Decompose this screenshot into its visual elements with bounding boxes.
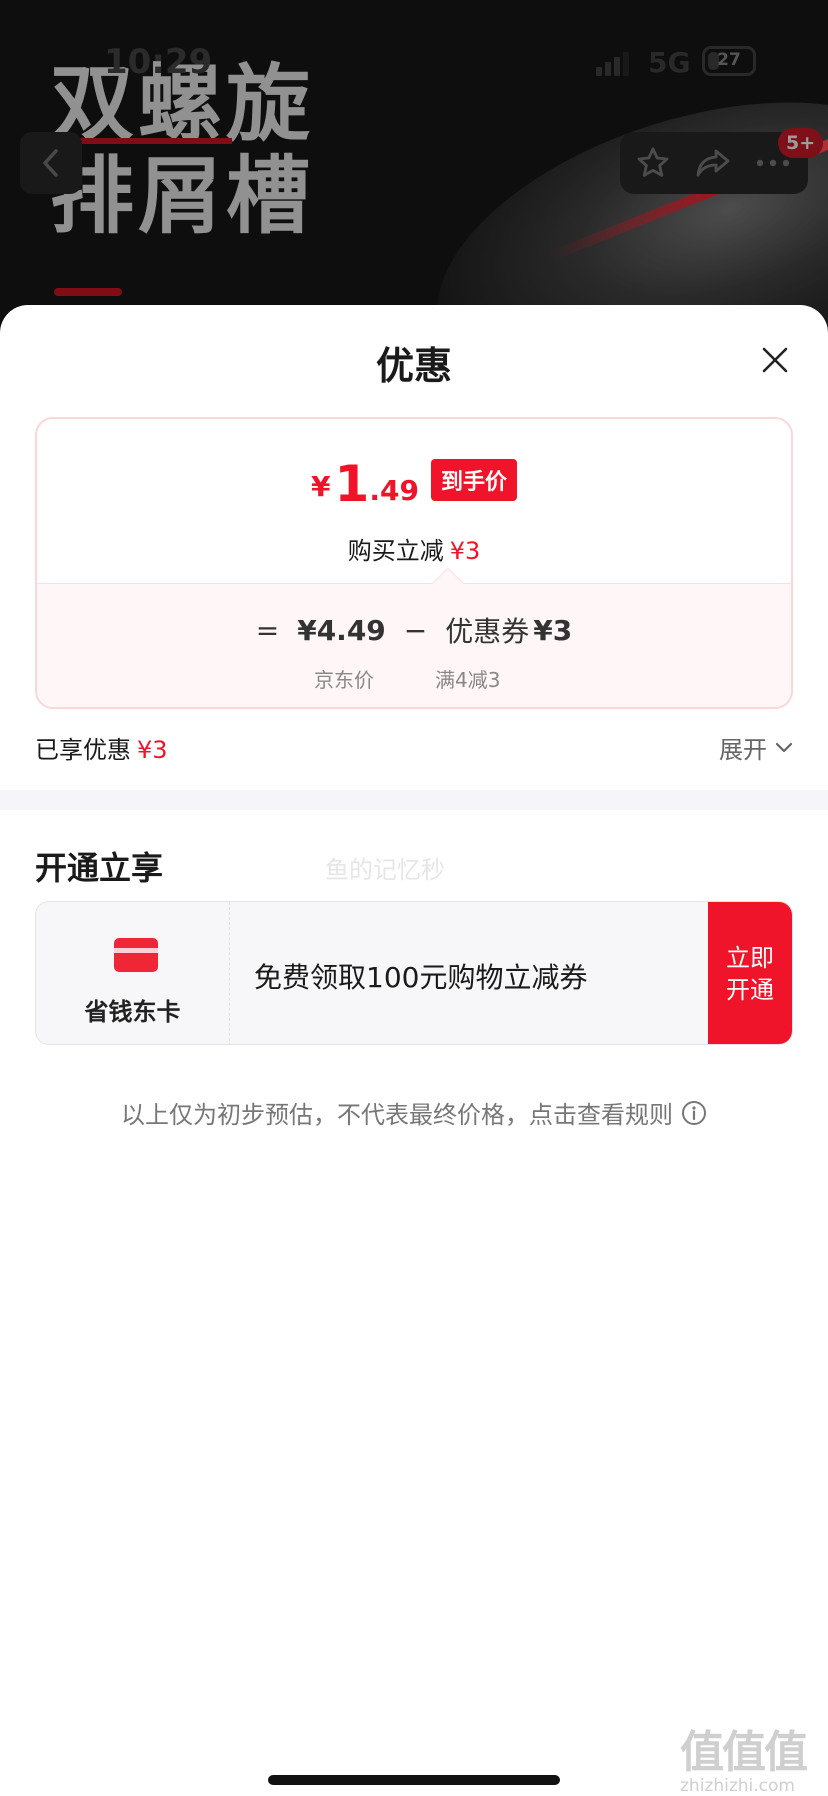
rules-disclaimer[interactable]: 以上仅为初步预估，不代表最终价格，点击查看规则 (0, 1095, 828, 1130)
jd-price-value: ¥4.49 (297, 613, 386, 647)
coupon-label: 优惠券 (445, 615, 530, 648)
disclaimer-text: 以上仅为初步预估，不代表最终价格，点击查看规则 (121, 1101, 673, 1129)
open-benefits-title: 开通立享 (35, 849, 164, 887)
enjoyed-discount-label: 已享优惠 (35, 736, 131, 764)
chevron-down-icon (775, 742, 793, 752)
instant-discount-amount: ¥3 (449, 537, 481, 565)
close-button[interactable] (754, 339, 796, 381)
expand-label: 展开 (719, 736, 767, 764)
close-icon (762, 347, 788, 373)
modal-overlay[interactable] (0, 0, 828, 340)
product-hero-background: 双螺旋 排屑槽 10:29 5G 27 5+ (0, 0, 828, 340)
instant-discount-line: 购买立减 ¥3 (37, 531, 791, 566)
membership-card-name: 省钱东卡 (84, 998, 181, 1026)
sheet-title: 优惠 (375, 344, 452, 388)
final-price-decimal: .49 (369, 474, 419, 507)
expand-button[interactable]: 展开 (719, 730, 793, 765)
open-now-button[interactable]: 立即开通 (708, 902, 792, 1044)
home-indicator[interactable] (268, 1775, 560, 1785)
coupon-caption: 满4减3 (435, 668, 501, 692)
price-formula: = ¥4.49 − 优惠券 ¥3 (37, 610, 791, 650)
membership-card-brand: 省钱东卡 (36, 902, 230, 1044)
site-watermark: 值值值 zhizhizhi.com (680, 1716, 820, 1796)
membership-offer-card[interactable]: 省钱东卡 免费领取100元购物立减券 立即开通 (35, 901, 793, 1045)
formula-equals: = (255, 613, 280, 647)
price-breakdown-card: ¥ 1 .49 到手价 购买立减 ¥3 = ¥4.49 − 优惠券 ¥3 京东价 … (35, 417, 793, 709)
final-price-integer: 1 (334, 455, 370, 513)
jd-price-caption: 京东价 (314, 668, 374, 692)
final-price-tag: 到手价 (430, 459, 517, 501)
price-formula-area: = ¥4.49 − 优惠券 ¥3 京东价 满4减3 (37, 583, 791, 707)
final-price-area: ¥ 1 .49 到手价 购买立减 ¥3 (37, 419, 791, 583)
card-icon (114, 938, 158, 972)
enjoyed-discount-amount: ¥3 (137, 736, 168, 764)
coupon-value: ¥3 (533, 613, 573, 647)
info-icon (682, 1100, 706, 1125)
section-divider (0, 790, 828, 810)
formula-minus: − (403, 613, 428, 647)
discount-sheet: 优惠 ¥ 1 .49 到手价 购买立减 ¥3 = ¥4.49 − 优惠券 ¥3 京… (0, 305, 828, 1796)
user-watermark: 鱼的记忆秒 (325, 856, 445, 884)
final-price-currency: ¥ (311, 470, 331, 503)
site-watermark-logo: 值值值 (680, 1727, 808, 1778)
final-price: ¥ 1 .49 到手价 (37, 459, 791, 509)
instant-discount-label: 购买立减 (347, 537, 444, 565)
enjoyed-discount-row: 已享优惠 ¥3 展开 (35, 730, 793, 770)
membership-offer-description: 免费领取100元购物立减券 (254, 961, 588, 994)
